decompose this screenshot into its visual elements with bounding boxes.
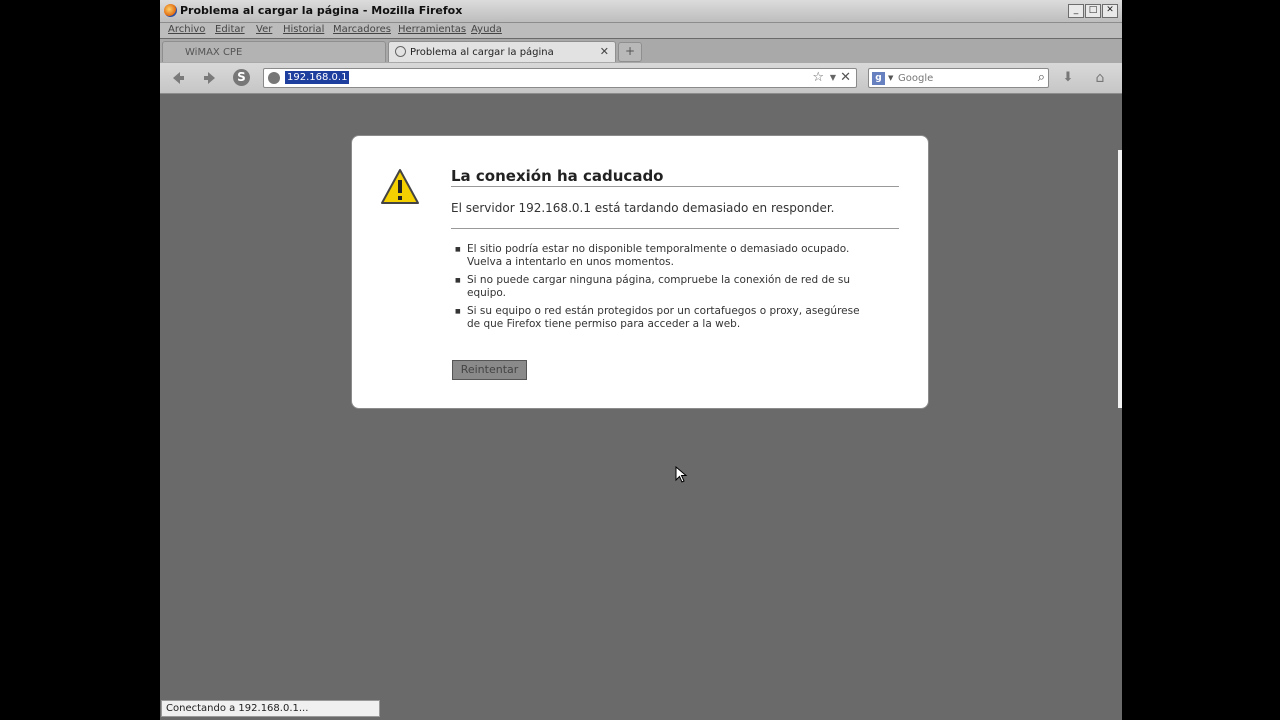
menu-item-marcadores[interactable]: Marcadores (333, 24, 391, 35)
menu-item-ayuda[interactable]: Ayuda (471, 24, 502, 35)
list-item: El sitio podría estar no disponible temp… (455, 243, 875, 268)
menu-item-editar[interactable]: Editar (215, 24, 245, 35)
title-divider (451, 186, 899, 187)
google-engine-icon[interactable]: g (872, 72, 885, 85)
list-item: Si su equipo o red están protegidos por … (455, 305, 875, 330)
error-description: El servidor 192.168.0.1 está tardando de… (451, 201, 835, 215)
home-button[interactable]: ⌂ (1090, 68, 1110, 88)
minimize-button[interactable]: _ (1068, 4, 1084, 18)
stop-icon[interactable]: ✕ (840, 70, 851, 85)
mouse-cursor-icon (675, 466, 688, 483)
warning-triangle-icon (381, 169, 419, 204)
url-input[interactable]: 192.168.0.1 (285, 71, 350, 84)
menu-item-herramientas[interactable]: Herramientas (398, 24, 466, 35)
globe-icon (395, 46, 406, 57)
tab-problema-cargar[interactable]: Problema al cargar la página ✕ (388, 41, 616, 62)
new-tab-button[interactable]: + (618, 42, 642, 62)
menu-item-archivo[interactable]: Archivo (168, 24, 205, 35)
error-title: La conexión ha caducado (451, 167, 664, 185)
status-bar: Conectando a 192.168.0.1... (160, 698, 1122, 720)
search-icon[interactable]: ⌕ (1038, 70, 1045, 85)
bookmark-star-icon[interactable]: ☆ (812, 70, 824, 85)
forward-button[interactable] (200, 68, 220, 88)
retry-button[interactable]: Reintentar (452, 360, 527, 380)
history-dropdown-icon[interactable]: ▼ (830, 73, 836, 82)
downloads-button[interactable]: ⬇ (1058, 68, 1078, 88)
description-divider (451, 228, 899, 229)
error-tips-list: El sitio podría estar no disponible temp… (455, 243, 875, 336)
status-text: Conectando a 192.168.0.1... (161, 700, 380, 717)
maximize-button[interactable]: □ (1085, 4, 1101, 18)
page-content: La conexión ha caducado El servidor 192.… (160, 94, 1122, 698)
close-tab-icon[interactable]: ✕ (600, 45, 609, 58)
site-identity-icon[interactable] (268, 72, 280, 84)
menu-item-historial[interactable]: Historial (283, 24, 324, 35)
tab-bar: WiMAX CPE Problema al cargar la página ✕… (160, 39, 1122, 63)
address-bar[interactable]: 192.168.0.1 ☆ ▼ ✕ (263, 68, 857, 88)
tab-label: Problema al cargar la página (410, 47, 554, 58)
firefox-window: Problema al cargar la página - Mozilla F… (160, 0, 1122, 720)
page-edge-strip (1118, 150, 1122, 408)
tab-label: WiMAX CPE (185, 47, 243, 58)
menu-bar: Archivo Editar Ver Historial Marcadores … (160, 23, 1122, 38)
arrow-left-icon (173, 72, 184, 84)
back-button[interactable] (168, 68, 188, 88)
window-controls: _ □ ✕ (1068, 4, 1118, 18)
menu-item-ver[interactable]: Ver (256, 24, 272, 35)
list-item: Si no puede cargar ninguna página, compr… (455, 274, 875, 299)
window-title: Problema al cargar la página - Mozilla F… (180, 4, 463, 17)
title-bar: Problema al cargar la página - Mozilla F… (160, 0, 1122, 23)
search-bar[interactable]: g ▼ Google ⌕ (868, 68, 1049, 88)
arrow-right-icon (204, 72, 215, 84)
addon-s-button[interactable]: S (233, 69, 250, 86)
tab-wimax-cpe[interactable]: WiMAX CPE (162, 41, 386, 62)
error-card: La conexión ha caducado El servidor 192.… (351, 135, 929, 409)
close-window-button[interactable]: ✕ (1102, 4, 1118, 18)
search-input[interactable]: Google (898, 73, 933, 84)
engine-dropdown-icon[interactable]: ▼ (888, 74, 893, 82)
firefox-logo-icon (164, 4, 177, 17)
navigation-toolbar: S 192.168.0.1 ☆ ▼ ✕ g ▼ Google ⌕ ⬇ ⌂ (160, 63, 1122, 94)
